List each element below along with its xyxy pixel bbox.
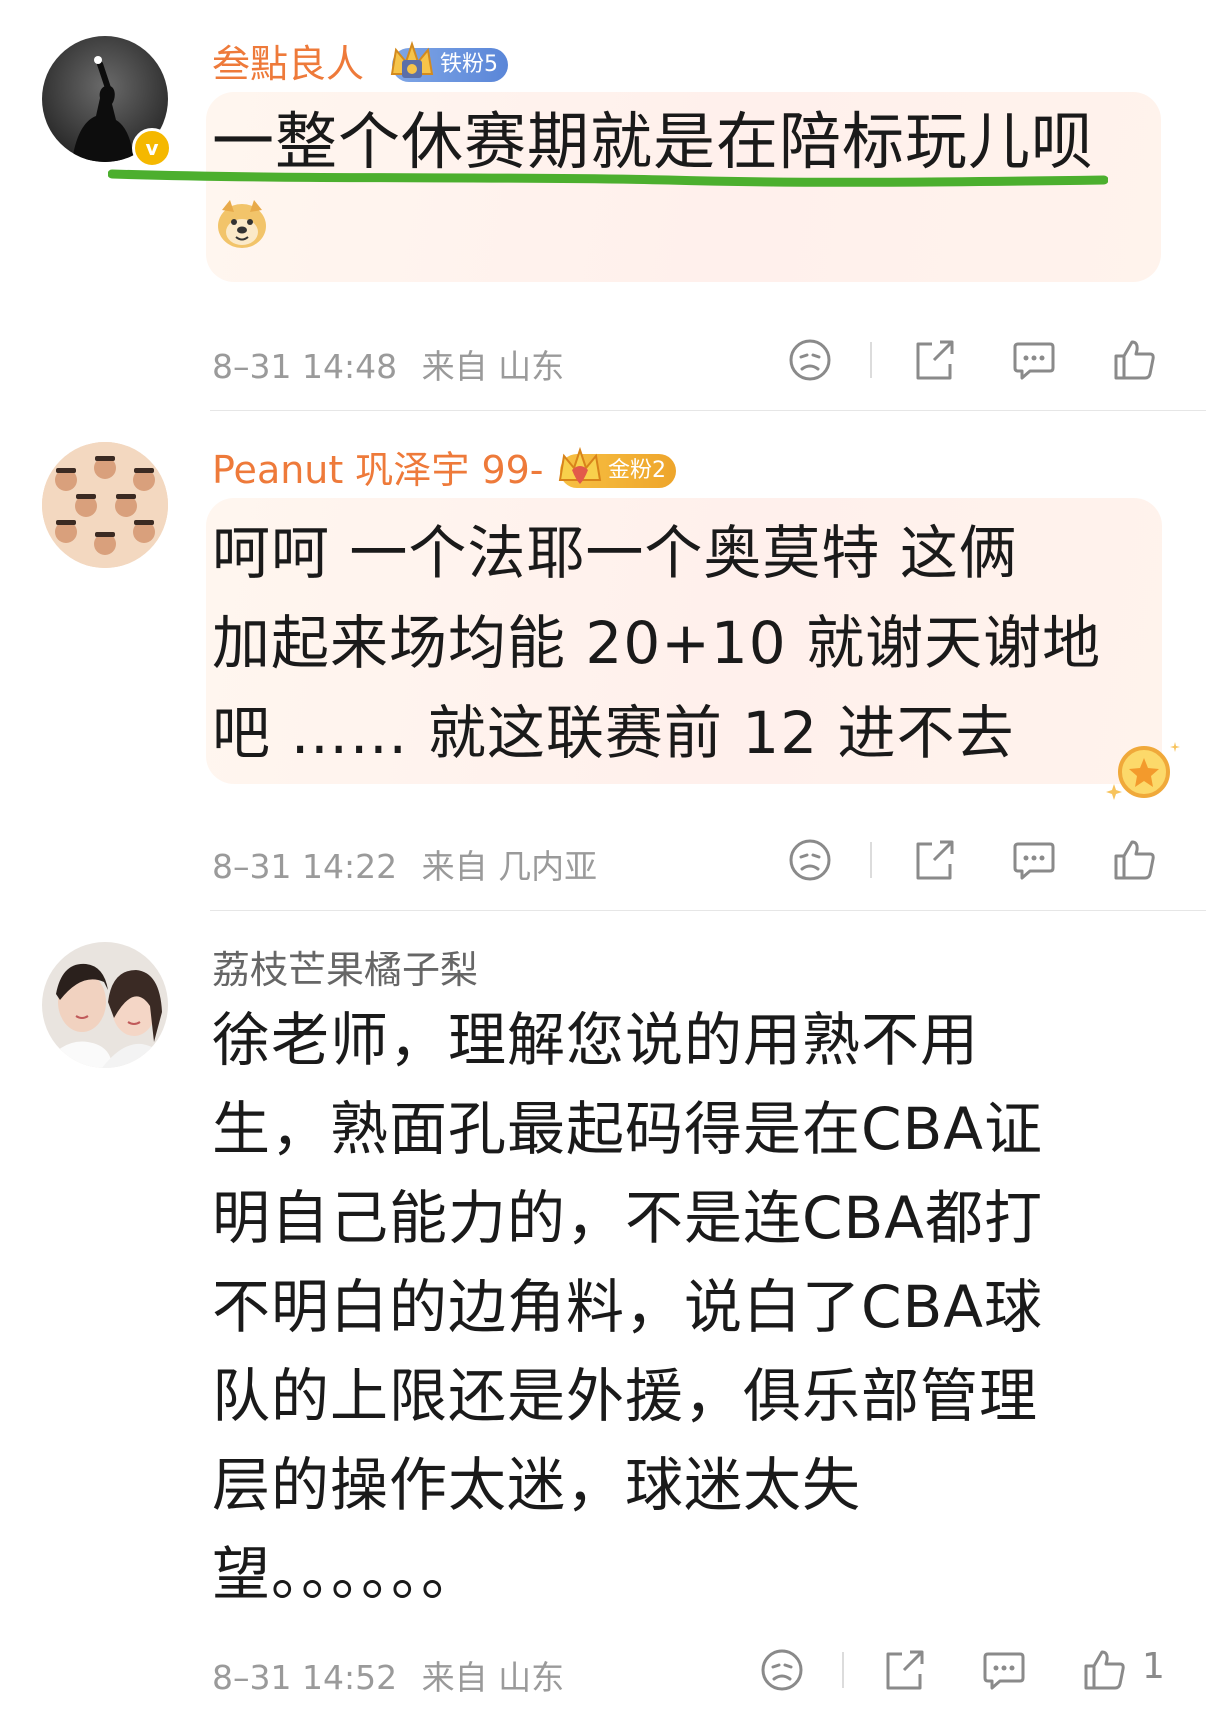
- share-icon[interactable]: [910, 336, 958, 384]
- comment-line: 层的操作太迷，球迷太失: [212, 1451, 862, 1519]
- comment-line: 吧 …… 就这联赛前 12 进不去: [212, 699, 1015, 767]
- fan-badge[interactable]: 金粉2: [558, 446, 676, 488]
- comment-line: 加起来场均能 20+10 就谢天谢地: [212, 609, 1102, 677]
- comment-meta: 8–31 14:52 来自 山东: [212, 1651, 564, 1699]
- crown-icon: [558, 446, 602, 484]
- avatar[interactable]: [42, 442, 168, 568]
- timestamp: 8–31 14:22: [212, 847, 398, 886]
- comment-meta: 8–31 14:22 来自 几内亚: [212, 840, 597, 888]
- dislike-icon[interactable]: [786, 836, 834, 884]
- comment-line: 队的上限还是外援，俱乐部管理: [212, 1362, 1039, 1430]
- like-icon[interactable]: [1080, 1646, 1128, 1694]
- comment-line: 徐老师，理解您说的用熟不用: [212, 1006, 980, 1074]
- like-count: 1: [1142, 1646, 1165, 1687]
- like-icon[interactable]: [1110, 836, 1158, 884]
- comment-icon[interactable]: [980, 1646, 1028, 1694]
- comment-meta: 8–31 14:48 来自 山东: [212, 340, 564, 388]
- username[interactable]: Peanut 巩泽宇 99-: [212, 448, 544, 492]
- divider: [870, 842, 872, 878]
- like-icon[interactable]: [1110, 336, 1158, 384]
- location: 来自 山东: [421, 347, 565, 386]
- divider: [842, 1652, 844, 1688]
- comment-icon[interactable]: [1010, 836, 1058, 884]
- share-icon[interactable]: [910, 836, 958, 884]
- badge-label: 铁粉5: [440, 52, 498, 77]
- action-bar: [780, 836, 1180, 884]
- action-bar: 1: [752, 1646, 1202, 1694]
- username[interactable]: 叁點良人: [212, 42, 364, 86]
- share-icon[interactable]: [880, 1646, 928, 1694]
- comment-icon[interactable]: [1010, 336, 1058, 384]
- comment-text: 呵呵 一个法耶一个奥莫特 这俩 加起来场均能 20+10 就谢天谢地 吧 …… …: [212, 508, 1101, 778]
- timestamp: 8–31 14:48: [212, 347, 398, 386]
- location: 来自 几内亚: [421, 847, 598, 886]
- comment-line: 呵呵 一个法耶一个奥莫特 这俩: [212, 519, 1018, 587]
- comment-line: 不明白的边角料，说白了CBA球: [212, 1273, 1043, 1341]
- comment-text: 徐老师，理解您说的用熟不用 生，熟面孔最起码得是在CBA证 明自己能力的，不是连…: [212, 996, 1043, 1619]
- crown-icon: [390, 40, 434, 78]
- comment-line: 明自己能力的，不是连CBA都打: [212, 1184, 1043, 1252]
- dislike-icon[interactable]: [786, 336, 834, 384]
- comment-divider: [210, 910, 1206, 911]
- username[interactable]: 荔枝芒果橘子梨: [212, 948, 478, 992]
- comment-line: 望。。。。。。: [212, 1540, 481, 1608]
- fan-badge[interactable]: 铁粉5: [390, 40, 508, 82]
- dislike-icon[interactable]: [758, 1646, 806, 1694]
- doge-emoji: [214, 196, 270, 252]
- location: 来自 山东: [421, 1658, 565, 1697]
- timestamp: 8–31 14:52: [212, 1658, 398, 1697]
- avatar[interactable]: [42, 942, 168, 1068]
- divider: [870, 342, 872, 378]
- comment-divider: [210, 410, 1206, 411]
- highlight-underline: [108, 169, 1108, 187]
- comment-line: 生，熟面孔最起码得是在CBA证: [212, 1095, 1043, 1163]
- star-medal-icon: [1106, 742, 1180, 800]
- badge-label: 金粉2: [608, 458, 666, 483]
- action-bar: [780, 336, 1180, 384]
